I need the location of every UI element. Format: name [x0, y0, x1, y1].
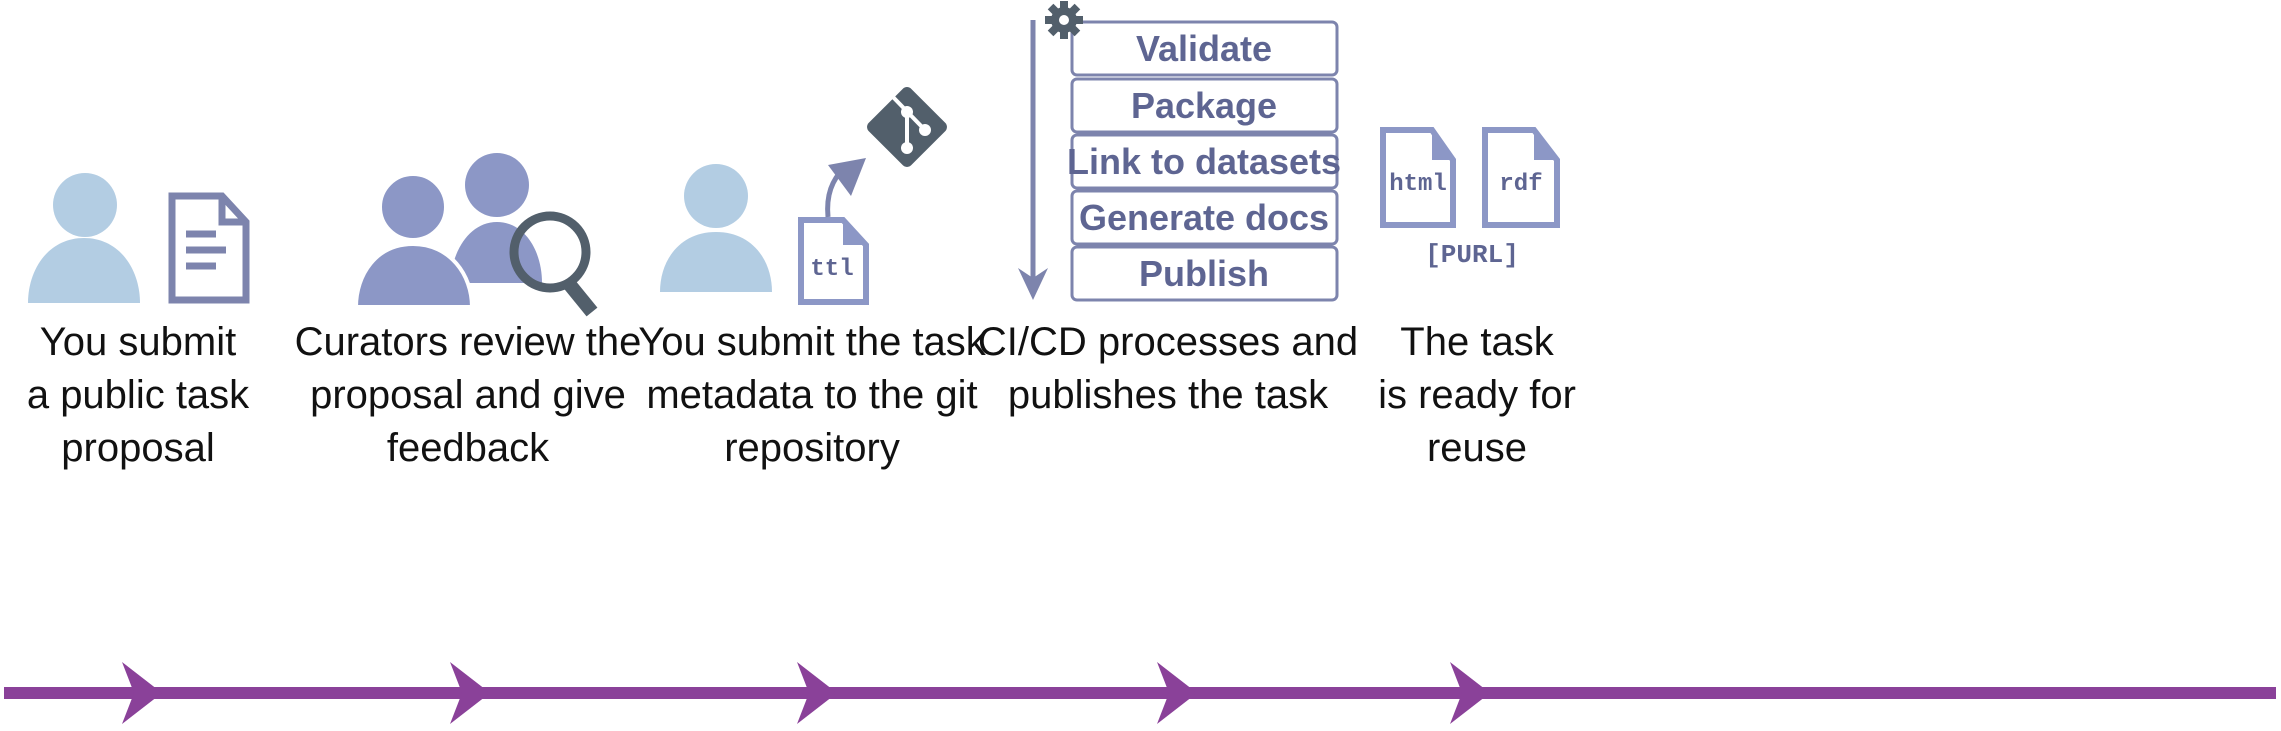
- pipeline-step-label: Generate docs: [1079, 197, 1329, 238]
- step-2-caption: feedback: [387, 426, 550, 470]
- pipeline-step-label: Publish: [1139, 253, 1269, 294]
- step-5-caption: is ready for: [1378, 373, 1576, 417]
- step-3-caption: repository: [724, 426, 900, 470]
- html-file-icon: html: [1380, 127, 1456, 228]
- step-5-caption: reuse: [1427, 426, 1527, 470]
- step-4-caption: CI/CD processes and: [978, 320, 1358, 364]
- person-icon: [53, 173, 117, 237]
- step-5-outputs: html rdf [PURL]: [1380, 127, 1560, 270]
- step-1-caption: proposal: [61, 426, 214, 470]
- purl-label: [PURL]: [1425, 240, 1519, 270]
- ttl-file-icon: ttl: [798, 217, 869, 305]
- person-icon: [378, 172, 448, 242]
- step-4-cicd: Validate Package Link to datasets Generate …: [1018, 1, 1341, 302]
- person-body: [353, 241, 475, 309]
- pipeline-step-label: Link to datasets: [1067, 141, 1341, 182]
- person-icon: [684, 164, 748, 228]
- person-body: [28, 238, 140, 303]
- git-logo-icon: [867, 87, 947, 167]
- person-icon: [465, 153, 529, 217]
- step-1-submitter: [28, 173, 250, 304]
- rdf-file-icon: rdf: [1482, 127, 1560, 228]
- step-2-caption: proposal and give: [310, 373, 626, 417]
- step-3-git-submit: ttl: [660, 87, 947, 305]
- step-1-caption: You submit: [40, 320, 236, 364]
- step-5-caption: The task: [1400, 320, 1554, 364]
- ttl-label: ttl: [810, 256, 853, 283]
- curved-arrow-icon: [825, 158, 866, 218]
- document-icon: [168, 192, 250, 304]
- step-4-caption: publishes the task: [1008, 373, 1329, 417]
- person-body: [660, 232, 772, 292]
- step-1-caption: a public task: [27, 373, 250, 417]
- html-label: html: [1389, 171, 1447, 198]
- pipeline-step-label: Package: [1131, 85, 1277, 126]
- pipeline-step-label: Validate: [1136, 28, 1272, 69]
- rdf-label: rdf: [1499, 171, 1542, 198]
- timeline-line: [4, 687, 2276, 699]
- pipeline-steps: Validate Package Link to datasets Generate …: [1067, 20, 1341, 302]
- gear-icon: [1045, 1, 1083, 39]
- timeline: [4, 662, 2276, 724]
- step-2-caption: Curators review the: [295, 320, 642, 364]
- step-3-caption: metadata to the git: [646, 373, 977, 417]
- workflow-diagram: ttl Validate Package Link to datasets Gener…: [4, 1, 2276, 724]
- captions: You submit a public task proposal Curators …: [27, 320, 1576, 470]
- step-3-caption: You submit the task: [638, 320, 987, 364]
- step-2-curators: [353, 153, 598, 317]
